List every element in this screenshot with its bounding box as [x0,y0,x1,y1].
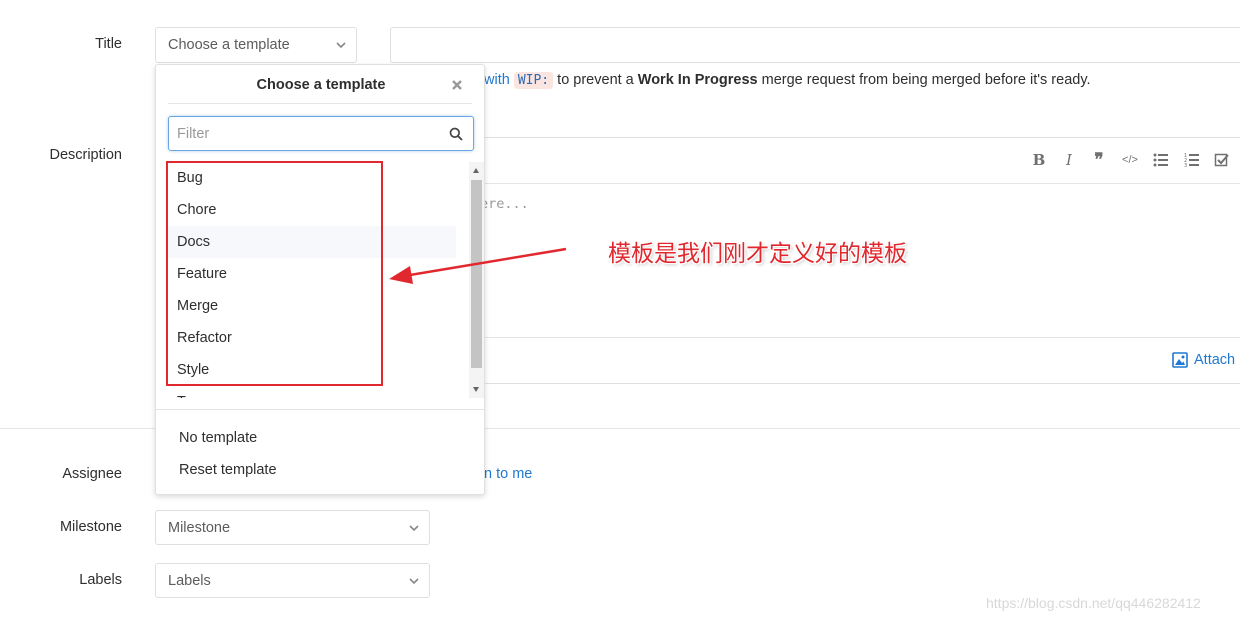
annotation-text: 模板是我们刚才定义好的模板 [608,241,907,267]
annotation-arrow [389,247,567,284]
watermark: https://blog.csdn.net/qq446282412 [986,595,1201,611]
